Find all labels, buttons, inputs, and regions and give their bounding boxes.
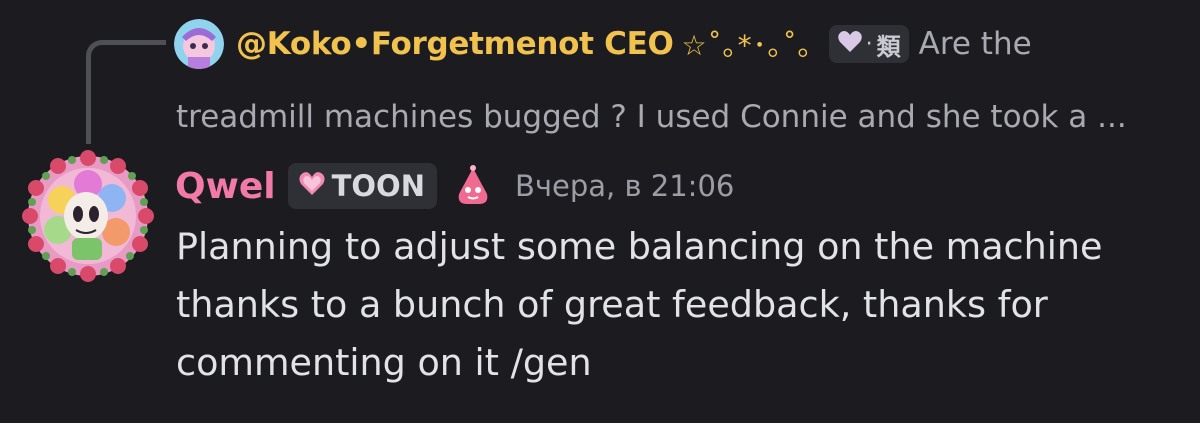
message-header: Qwel TOON Вчера, в 21:06	[175, 160, 734, 212]
author-avatar[interactable]	[22, 150, 154, 282]
pink-drop-badge-icon[interactable]	[451, 164, 495, 208]
dot-separator-icon: ·	[865, 31, 873, 57]
message-line: commenting on it /gen	[176, 341, 592, 384]
reply-author-avatar[interactable]	[174, 19, 224, 69]
message-timestamp[interactable]: Вчера, в 21:06	[515, 169, 734, 203]
author-role-tag[interactable]: TOON	[287, 163, 437, 209]
reply-author-decoration: ☆˚｡*･｡˚｡	[681, 29, 813, 62]
reply-connector-line	[86, 40, 166, 144]
heart-icon	[837, 30, 863, 58]
message-content: Planning to adjust some balancing on the…	[176, 218, 1186, 392]
message-line: Planning to adjust some balancing on the…	[176, 225, 1103, 268]
reply-author-tag-text: 類	[876, 32, 901, 61]
reply-author-tag[interactable]: · 類	[828, 25, 909, 63]
chat-message-container: @Koko•Forgetmenot CEO ☆˚｡*･｡˚｡ · 類 Are t…	[0, 0, 1200, 423]
author-role-tag-text: TOON	[331, 169, 425, 203]
reply-author-name[interactable]: @Koko•Forgetmenot CEO	[236, 26, 674, 62]
author-name[interactable]: Qwel	[175, 166, 276, 207]
pink-heart-icon	[298, 171, 326, 201]
reply-snippet-continued[interactable]: treadmill machines bugged ? I used Conni…	[176, 92, 1127, 142]
reply-snippet[interactable]: Are the	[919, 26, 1032, 62]
reply-header[interactable]: @Koko•Forgetmenot CEO ☆˚｡*･｡˚｡ · 類 Are t…	[236, 18, 1032, 70]
message-line: thanks to a bunch of great feedback, tha…	[176, 283, 1048, 326]
